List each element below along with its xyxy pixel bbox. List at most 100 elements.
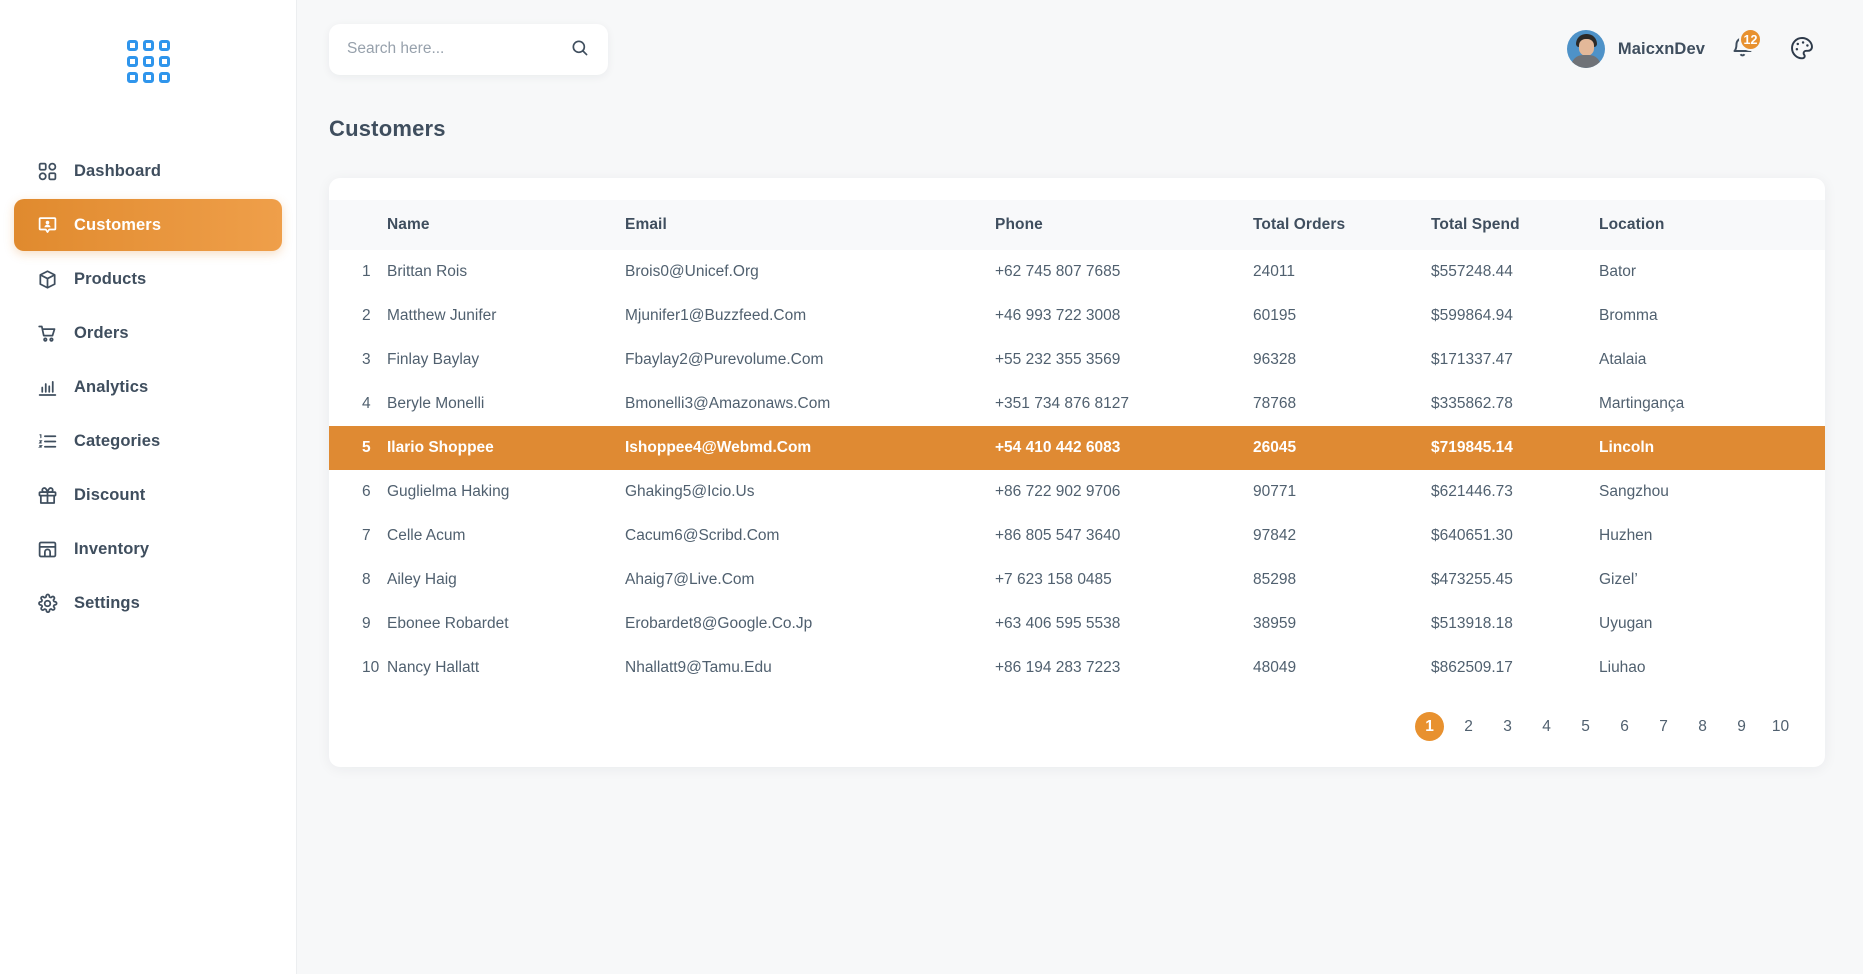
total-orders-cell: 24011 (1253, 263, 1295, 280)
theme-toggle-button[interactable] (1779, 26, 1825, 72)
column-header-email[interactable]: Email (625, 200, 995, 250)
table-row[interactable]: 5 Ilario Shoppee Ishoppee4@Webmd.Com +54 41… (329, 426, 1825, 470)
sidebar-item-products[interactable]: Products (14, 253, 282, 305)
customer-email-cell: Ghaking5@Icio.Us (625, 483, 755, 500)
table-row[interactable]: 7 Celle Acum Cacum6@Scribd.Com +86 805 547 … (329, 514, 1825, 558)
sidebar-item-label: Dashboard (74, 161, 162, 180)
location-cell: Gizel’ (1599, 571, 1638, 588)
customers-table-card: Name Email Phone Total Orders Total Spen… (329, 178, 1825, 767)
sidebar-item-inventory[interactable]: Inventory (14, 523, 282, 575)
page-button[interactable]: 1 (1415, 712, 1444, 741)
row-index-cell: 9 (362, 615, 371, 632)
sidebar-item-orders[interactable]: Orders (14, 307, 282, 359)
sidebar-item-label: Products (74, 269, 147, 288)
sidebar-item-categories[interactable]: Categories (14, 415, 282, 467)
customer-phone-cell: +63 406 595 5538 (995, 615, 1121, 632)
cart-icon (36, 322, 58, 344)
user-menu[interactable]: MaicxnDev (1566, 30, 1705, 68)
total-orders-cell: 26045 (1253, 439, 1297, 456)
sidebar-item-analytics[interactable]: Analytics (14, 361, 282, 413)
customers-table: Name Email Phone Total Orders Total Spen… (329, 200, 1825, 690)
page-button[interactable]: 4 (1532, 712, 1561, 741)
store-icon (36, 538, 58, 560)
search-input[interactable] (347, 40, 568, 58)
sidebar-item-dashboard[interactable]: Dashboard (14, 145, 282, 197)
search-icon (570, 38, 590, 61)
customer-name-cell: Ilario Shoppee (387, 439, 494, 456)
search-button[interactable] (568, 37, 592, 61)
customer-phone-cell: +54 410 442 6083 (995, 439, 1121, 456)
total-orders-cell: 78768 (1253, 395, 1297, 412)
page-title: Customers (329, 116, 446, 141)
column-header-name[interactable]: Name (387, 200, 625, 250)
customer-name-cell: Nancy Hallatt (387, 659, 480, 676)
search-box[interactable] (329, 23, 608, 75)
sidebar-item-customers[interactable]: Customers (14, 199, 282, 251)
sidebar-item-label: Categories (74, 431, 161, 450)
sidebar: Dashboard Customers Products Orders Anal… (0, 0, 297, 974)
table-row[interactable]: 9 Ebonee Robardet Erobardet8@Google.Co.Jp +… (329, 602, 1825, 646)
customer-name-cell: Finlay Baylay (387, 351, 480, 368)
row-index-cell: 5 (362, 439, 371, 456)
location-cell: Sangzhou (1599, 483, 1669, 500)
page-button[interactable]: 7 (1649, 712, 1678, 741)
customers-icon (36, 214, 58, 236)
page-button[interactable]: 3 (1493, 712, 1522, 741)
bar-chart-icon (36, 376, 58, 398)
column-header-total-spend[interactable]: Total Spend (1431, 200, 1599, 250)
customer-name-cell: Brittan Rois (387, 263, 468, 280)
table-row[interactable]: 8 Ailey Haig Ahaig7@Live.Com +7 623 158 048… (329, 558, 1825, 602)
total-spend-cell: $171337.47 (1431, 351, 1513, 368)
total-spend-cell: $640651.30 (1431, 527, 1513, 544)
location-cell: Liuhao (1599, 659, 1646, 676)
customer-phone-cell: +62 745 807 7685 (995, 263, 1121, 280)
table-row[interactable]: 1 Brittan Rois Brois0@Unicef.Org +62 745 80… (329, 250, 1825, 294)
table-row[interactable]: 4 Beryle Monelli Bmonelli3@Amazonaws.Com +3… (329, 382, 1825, 426)
column-header-phone[interactable]: Phone (995, 200, 1253, 250)
customer-phone-cell: +86 722 902 9706 (995, 483, 1121, 500)
sidebar-item-label: Discount (74, 485, 146, 504)
table-row[interactable]: 10 Nancy Hallatt Nhallatt9@Tamu.Edu +86 194… (329, 646, 1825, 690)
total-orders-cell: 38959 (1253, 615, 1297, 632)
column-header-index[interactable] (329, 200, 387, 250)
table-row[interactable]: 3 Finlay Baylay Fbaylay2@Purevolume.Com +55… (329, 338, 1825, 382)
ordered-list-icon (36, 430, 58, 452)
sidebar-item-discount[interactable]: Discount (14, 469, 282, 521)
customer-name-cell: Celle Acum (387, 527, 466, 544)
row-index-cell: 4 (362, 395, 371, 412)
total-orders-cell: 48049 (1253, 659, 1297, 676)
customer-phone-cell: +7 623 158 0485 (995, 571, 1112, 588)
dashboard-grid-icon (36, 160, 58, 182)
page-button[interactable]: 5 (1571, 712, 1600, 741)
customer-name-cell: Ebonee Robardet (387, 615, 509, 632)
total-orders-cell: 60195 (1253, 307, 1297, 324)
column-header-location[interactable]: Location (1599, 200, 1825, 250)
total-orders-cell: 96328 (1253, 351, 1297, 368)
page-button[interactable]: 8 (1688, 712, 1717, 741)
sidebar-item-settings[interactable]: Settings (14, 577, 282, 629)
row-index-cell: 10 (362, 659, 380, 676)
customer-email-cell: Ahaig7@Live.Com (625, 571, 755, 588)
table-body: 1 Brittan Rois Brois0@Unicef.Org +62 745 80… (329, 250, 1825, 690)
page-button[interactable]: 2 (1454, 712, 1483, 741)
palette-icon (1789, 35, 1815, 64)
page-button[interactable]: 10 (1766, 712, 1795, 741)
customer-email-cell: Bmonelli3@Amazonaws.Com (625, 395, 831, 412)
customer-email-cell: Ishoppee4@Webmd.Com (625, 439, 812, 456)
table-row[interactable]: 2 Matthew Junifer Mjunifer1@Buzzfeed.Com +4… (329, 294, 1825, 338)
page-button[interactable]: 6 (1610, 712, 1639, 741)
table-row[interactable]: 6 Guglielma Haking Ghaking5@Icio.Us +86 722… (329, 470, 1825, 514)
location-cell: Atalaia (1599, 351, 1647, 368)
customer-phone-cell: +46 993 722 3008 (995, 307, 1121, 324)
sidebar-item-label: Settings (74, 593, 140, 612)
page-button[interactable]: 9 (1727, 712, 1756, 741)
customer-phone-cell: +55 232 355 3569 (995, 351, 1121, 368)
sidebar-item-label: Orders (74, 323, 129, 342)
table-head: Name Email Phone Total Orders Total Spen… (329, 200, 1825, 250)
pagination: 1 2 3 4 5 6 7 8 9 10 (329, 690, 1825, 745)
notifications-button[interactable]: 12 (1719, 26, 1765, 72)
column-header-total-orders[interactable]: Total Orders (1253, 200, 1431, 250)
customer-name-cell: Matthew Junifer (387, 307, 497, 324)
customer-phone-cell: +351 734 876 8127 (995, 395, 1130, 412)
location-cell: Bromma (1599, 307, 1658, 324)
